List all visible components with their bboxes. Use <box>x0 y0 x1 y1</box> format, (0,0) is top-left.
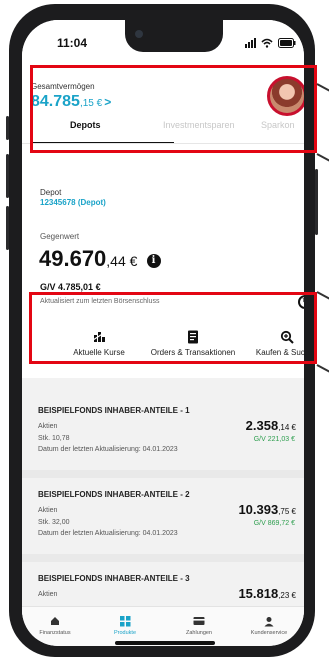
home-icon <box>24 616 86 628</box>
status-time: 11:04 <box>57 36 88 50</box>
holding-quantity: Stk. 32,00 <box>38 519 70 526</box>
pointer-line <box>316 153 329 162</box>
holding-value-main: 15.818 <box>238 586 279 601</box>
holding-quantity: Stk. 10,78 <box>38 435 70 442</box>
bottom-navigation: Finanzstatus Produkte Zahlungen Kundense… <box>22 606 304 646</box>
holding-name: BEISPIELFONDS INHABER-ANTEILE - 3 <box>38 574 190 583</box>
profit-loss-label: G/V <box>40 282 56 292</box>
holding-kind: Aktien <box>38 423 58 430</box>
profit-loss-value: 4.785,01 € <box>58 282 101 292</box>
volume-down-button <box>6 206 9 250</box>
mute-switch <box>6 116 9 140</box>
nav-produkte[interactable]: Produkte <box>94 616 156 636</box>
nav-zahlungen[interactable]: Zahlungen <box>168 616 230 636</box>
camera <box>135 30 143 38</box>
battery-icon <box>278 38 296 48</box>
holding-gain: G/V 221,03 € <box>253 436 295 443</box>
products-icon <box>94 616 156 628</box>
depot-label: Depot <box>40 188 62 197</box>
holding-value-cents: ,75 € <box>278 507 296 516</box>
signal-icon <box>245 38 256 48</box>
holdings-list: BEISPIELFONDS INHABER-ANTEILE - 1 Aktien… <box>22 378 304 616</box>
holding-kind: Aktien <box>38 591 58 598</box>
holding-value: 2.358,14 € <box>246 418 296 433</box>
holding-kind: Aktien <box>38 507 58 514</box>
pointer-line <box>316 291 329 300</box>
holding-value-cents: ,23 € <box>278 591 296 600</box>
holding-name: BEISPIELFONDS INHABER-ANTEILE - 1 <box>38 406 190 415</box>
highlight-actions-frame <box>29 292 317 364</box>
holding-name: BEISPIELFONDS INHABER-ANTEILE - 2 <box>38 490 190 499</box>
volume-up-button <box>6 154 9 198</box>
nav-kundenservice[interactable]: Kundenservice <box>238 616 300 636</box>
holding-value-main: 2.358 <box>245 418 279 433</box>
home-indicator <box>115 641 215 645</box>
nav-label: Zahlungen <box>186 630 212 636</box>
holding-value-cents: ,14 € <box>278 423 296 432</box>
status-icons <box>245 38 296 48</box>
gegenwert-label: Gegenwert <box>40 232 80 241</box>
holding-value-main: 10.393 <box>238 502 279 517</box>
list-divider <box>22 554 304 562</box>
nav-finanzstatus[interactable]: Finanzstatus <box>24 616 86 636</box>
nav-label: Produkte <box>113 630 136 636</box>
profit-loss: G/V 4.785,01 € <box>40 282 101 292</box>
nav-label: Kundenservice <box>250 630 288 636</box>
gegenwert-value: 49.670,44 € i <box>39 246 161 272</box>
pointer-line <box>316 364 329 373</box>
depot-number[interactable]: 12345678 (Depot) <box>40 198 106 207</box>
highlight-header-frame <box>30 65 317 153</box>
service-icon <box>238 616 300 628</box>
gegenwert-main: 49.670 <box>39 246 107 271</box>
notch <box>125 20 223 52</box>
holding-gain: G/V 869,72 € <box>253 520 295 527</box>
payments-icon <box>168 616 230 628</box>
gegenwert-currency: € <box>125 253 138 269</box>
wifi-icon <box>261 38 273 48</box>
nav-label: Finanzstatus <box>39 630 71 636</box>
holding-value: 10.393,75 € <box>238 502 296 517</box>
pointer-line <box>316 83 329 92</box>
info-icon[interactable]: i <box>146 254 161 268</box>
power-button <box>315 169 318 235</box>
list-divider <box>22 470 304 478</box>
holding-value: 15.818,23 € <box>238 586 296 601</box>
holding-update-date: Datum der letzten Aktualisierung: 04.01.… <box>38 446 178 453</box>
holding-update-date: Datum der letzten Aktualisierung: 04.01.… <box>38 530 178 537</box>
gegenwert-cents: ,44 <box>106 253 126 269</box>
